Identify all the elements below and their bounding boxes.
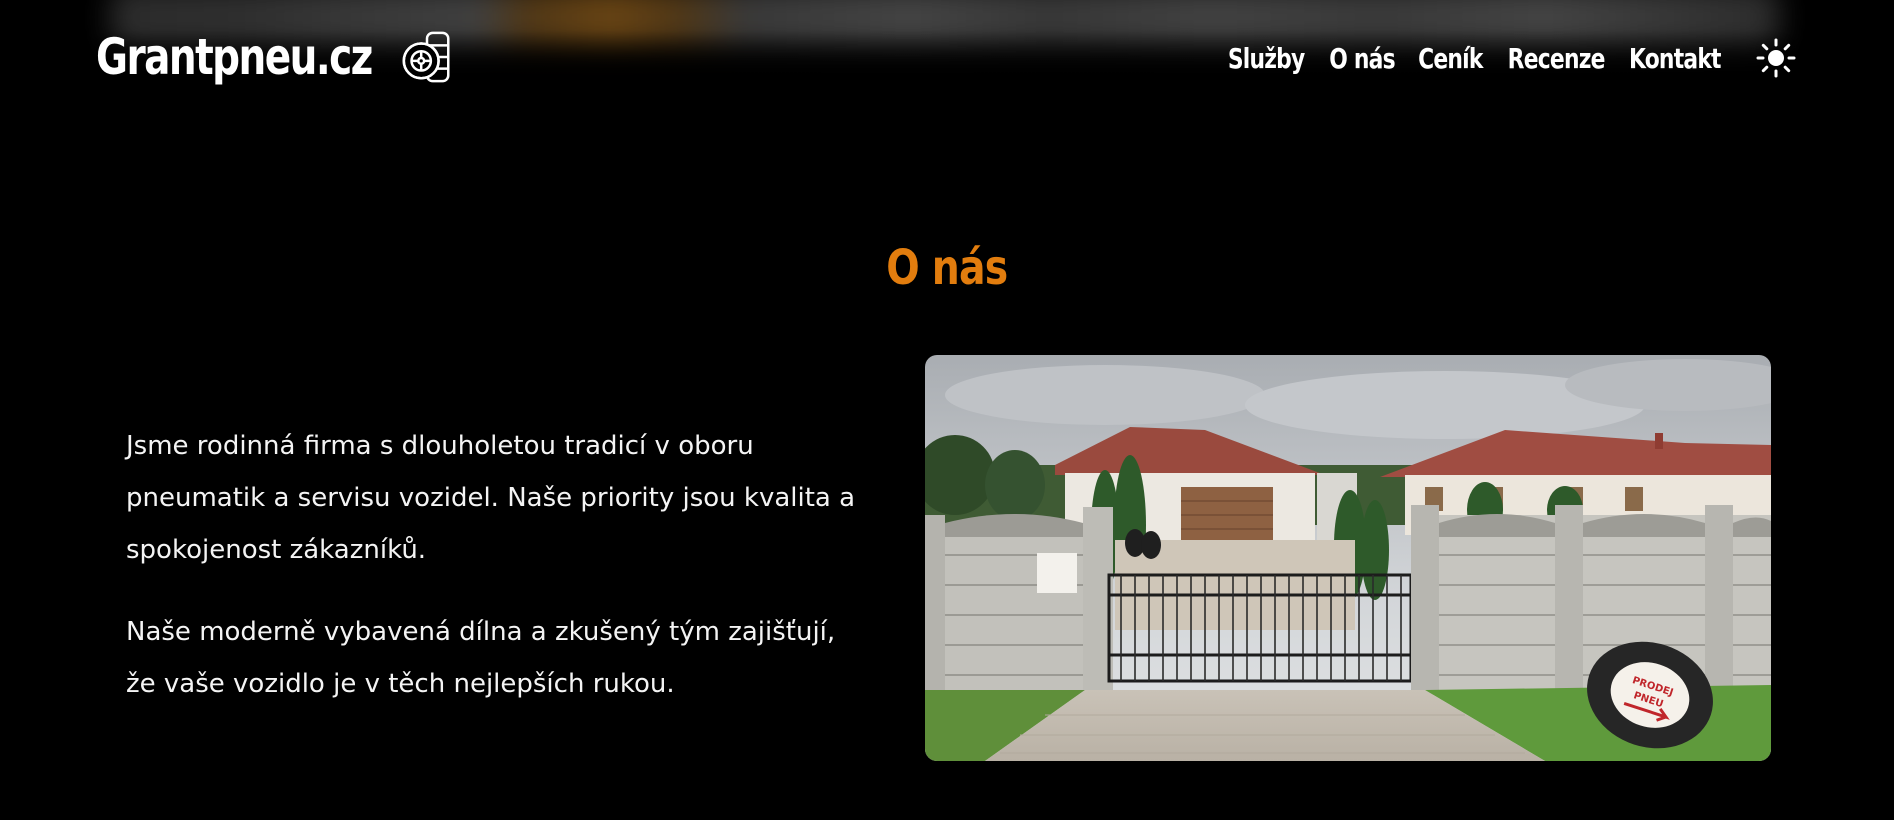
nav-link-cenik[interactable]: Ceník [1418, 42, 1483, 75]
nav-item-o-nas[interactable]: O nás [1329, 32, 1395, 84]
main-nav: Služby O nás Ceník Recenze Kontakt [1224, 32, 1798, 84]
workshop-photo: PRODEJ PNEU [925, 355, 1771, 761]
nav-item-kontakt[interactable]: Kontakt [1629, 32, 1722, 84]
nav-link-kontakt[interactable]: Kontakt [1629, 42, 1722, 75]
nav-item-sluzby[interactable]: Služby [1224, 32, 1308, 84]
nav-link-sluzby[interactable]: Služby [1228, 42, 1305, 75]
tires-icon [402, 31, 450, 83]
nav-item-recenze[interactable]: Recenze [1506, 32, 1606, 84]
nav-item-cenik[interactable]: Ceník [1418, 32, 1483, 84]
site-header: Grantpneu.cz Služby O nás Ceník Recenze … [0, 0, 1894, 120]
sun-icon [1756, 38, 1796, 78]
nav-link-recenze[interactable]: Recenze [1508, 42, 1606, 75]
about-title-text: O nás [886, 239, 1008, 296]
about-paragraph-2: Naše moderně vybavená dílna a zkušený tý… [126, 617, 836, 699]
about-section-title: O nás [0, 240, 1894, 296]
about-text: Jsme rodinná firma s dlouholetou tradicí… [126, 420, 866, 740]
theme-toggle-button[interactable] [1754, 36, 1798, 80]
about-paragraph-1: Jsme rodinná firma s dlouholetou tradicí… [126, 431, 856, 565]
brand-name[interactable]: Grantpneu.cz [96, 28, 373, 86]
brand-logo[interactable]: Grantpneu.cz [96, 24, 456, 90]
nav-link-o-nas[interactable]: O nás [1329, 42, 1395, 75]
